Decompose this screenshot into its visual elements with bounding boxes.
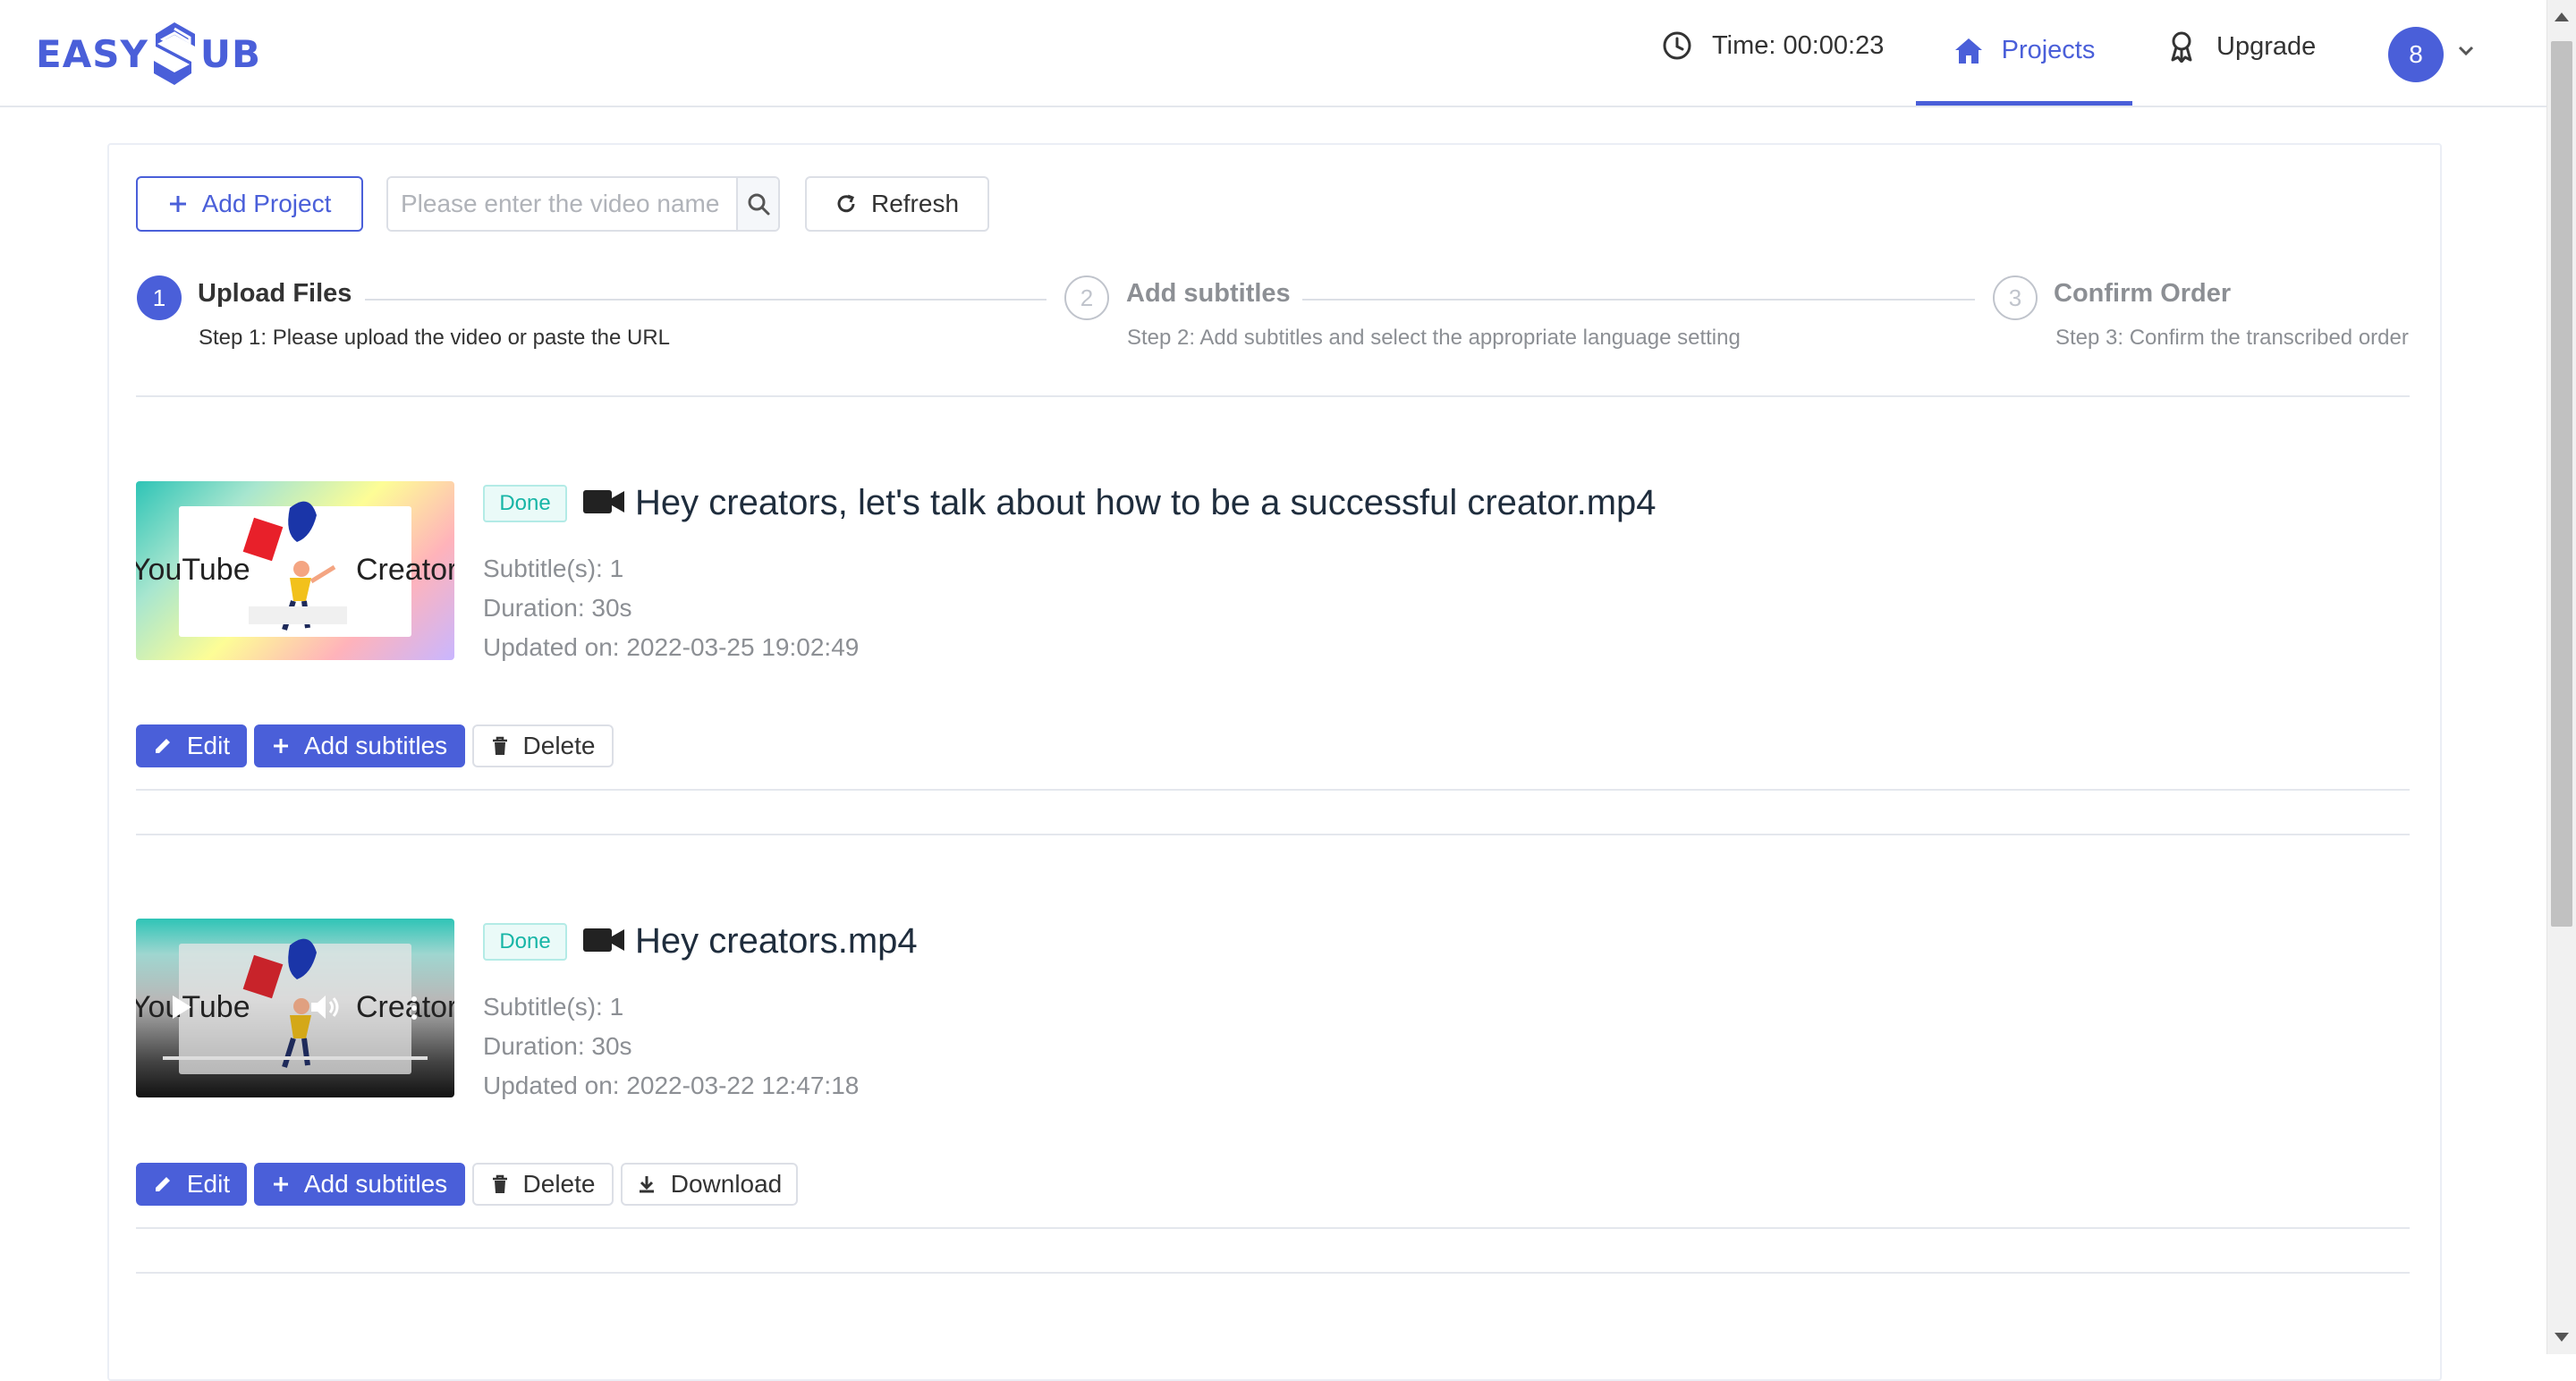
step-1-title: Upload Files <box>198 279 352 308</box>
play-icon[interactable] <box>170 994 193 1021</box>
edit-button[interactable]: Edit <box>136 1163 247 1206</box>
thumbnail-right-text: Creator <box>356 990 454 1024</box>
edit-label: Edit <box>186 1170 231 1198</box>
chevron-down-icon[interactable] <box>2456 41 2476 61</box>
scroll-up-arrow-icon[interactable] <box>2555 13 2569 21</box>
project-divider <box>136 1227 2410 1229</box>
home-icon <box>1954 38 1982 64</box>
project-separator <box>136 1272 2410 1274</box>
user-avatar[interactable]: 8 <box>2388 27 2444 82</box>
pencil-icon <box>155 1177 170 1191</box>
plus-icon <box>273 739 288 753</box>
pencil-icon <box>155 739 170 753</box>
step-1-number: 1 <box>137 275 182 320</box>
add-project-label: Add Project <box>201 190 332 217</box>
volume-icon[interactable] <box>309 994 340 1021</box>
nav-projects-label: Projects <box>2001 36 2096 64</box>
project-divider <box>136 789 2410 791</box>
award-icon <box>2171 31 2192 63</box>
add-subtitles-label: Add subtitles <box>303 732 448 759</box>
step-2-connector <box>1302 299 1975 301</box>
edit-label: Edit <box>186 732 231 759</box>
project-title[interactable]: Hey creators, let's talk about how to be… <box>635 483 1657 523</box>
video-camera-icon <box>583 928 624 952</box>
plus-icon <box>273 1177 288 1191</box>
trash-icon <box>492 1174 507 1193</box>
status-badge: Done <box>483 923 567 961</box>
thumbnail-right-text: Creator <box>356 553 454 587</box>
step-3-title: Confirm Order <box>2054 279 2232 308</box>
project-title[interactable]: Hey creators.mp4 <box>635 921 918 962</box>
add-project-button[interactable]: Add Project <box>136 176 363 232</box>
clock-icon <box>1663 31 1691 60</box>
download-icon <box>639 1176 654 1193</box>
delete-button[interactable]: Delete <box>472 724 614 767</box>
video-camera-icon <box>583 490 624 513</box>
status-badge: Done <box>483 485 567 522</box>
page-scrollbar[interactable] <box>2546 0 2576 1354</box>
download-label: Download <box>670 1170 783 1198</box>
add-subtitles-label: Add subtitles <box>303 1170 448 1198</box>
logo-text-right: UB <box>199 31 261 76</box>
subtitle-count: Subtitle(s): 1 <box>483 993 624 1021</box>
top-navbar: EASY UB Time: 00:00:23 Projects Upgrade … <box>0 0 2547 107</box>
step-2-title: Add subtitles <box>1126 279 1291 308</box>
step-2-number: 2 <box>1064 275 1109 320</box>
delete-label: Delete <box>522 1170 596 1198</box>
add-subtitles-button[interactable]: Add subtitles <box>254 724 465 767</box>
step-2-desc: Step 2: Add subtitles and select the app… <box>1127 326 1741 350</box>
easysub-logo[interactable]: EASY UB <box>36 20 261 88</box>
edit-button[interactable]: Edit <box>136 724 247 767</box>
session-timer: Time: 00:00:23 <box>1662 30 1884 61</box>
refresh-button[interactable]: Refresh <box>805 176 989 232</box>
search-input[interactable] <box>388 178 736 230</box>
step-1-connector <box>365 299 1046 301</box>
logo-s-mark-icon <box>153 22 195 85</box>
nav-upgrade-tab[interactable]: Upgrade <box>2168 30 2316 63</box>
scroll-down-arrow-icon[interactable] <box>2555 1333 2569 1342</box>
plus-icon <box>169 196 186 212</box>
step-3-number: 3 <box>1993 275 2038 320</box>
updated-on: Updated on: 2022-03-22 12:47:18 <box>483 1072 860 1099</box>
duration: Duration: 30s <box>483 1032 632 1060</box>
refresh-label: Refresh <box>870 190 960 217</box>
trash-icon <box>492 736 507 755</box>
project-thumbnail[interactable]: YouTube Creator <box>136 481 454 660</box>
subtitle-count: Subtitle(s): 1 <box>483 555 624 582</box>
updated-on: Updated on: 2022-03-25 19:02:49 <box>483 633 860 661</box>
delete-label: Delete <box>522 732 596 759</box>
logo-text-left: EASY <box>36 31 148 76</box>
step-3-desc: Step 3: Confirm the transcribed order <box>2055 326 2409 350</box>
project-separator <box>136 834 2410 835</box>
nav-projects-tab[interactable]: Projects <box>1916 0 2132 106</box>
search-icon <box>748 193 769 216</box>
more-options-icon[interactable] <box>410 996 419 1021</box>
add-subtitles-button[interactable]: Add subtitles <box>254 1163 465 1206</box>
duration: Duration: 30s <box>483 594 632 622</box>
search-button[interactable] <box>736 178 778 230</box>
project-thumbnail[interactable]: YouTube Creator <box>136 919 454 1097</box>
refresh-icon <box>837 194 855 213</box>
nav-upgrade-label: Upgrade <box>2216 31 2317 61</box>
step-1-desc: Step 1: Please upload the video or paste… <box>199 326 671 350</box>
video-search <box>386 176 780 232</box>
timer-label: Time: 00:00:23 <box>1712 30 1885 60</box>
steps-divider <box>136 395 2410 397</box>
download-button[interactable]: Download <box>621 1163 798 1206</box>
thumbnail-left-text: YouTube <box>136 553 250 587</box>
delete-button[interactable]: Delete <box>472 1163 614 1206</box>
scrollbar-thumb[interactable] <box>2551 41 2572 927</box>
